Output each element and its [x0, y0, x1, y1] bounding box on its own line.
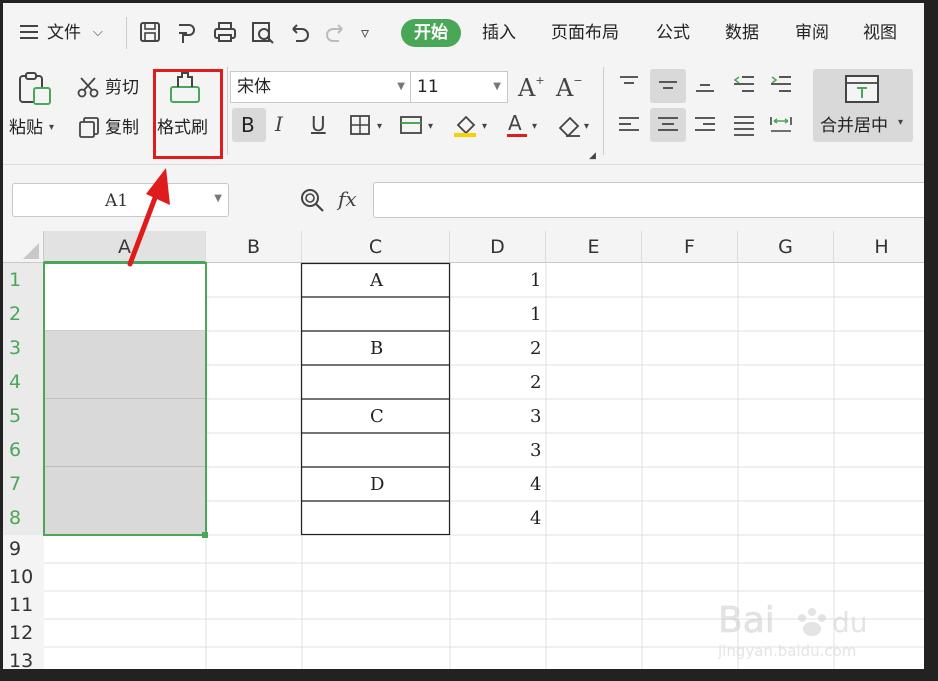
annotation-arrow — [127, 168, 170, 267]
